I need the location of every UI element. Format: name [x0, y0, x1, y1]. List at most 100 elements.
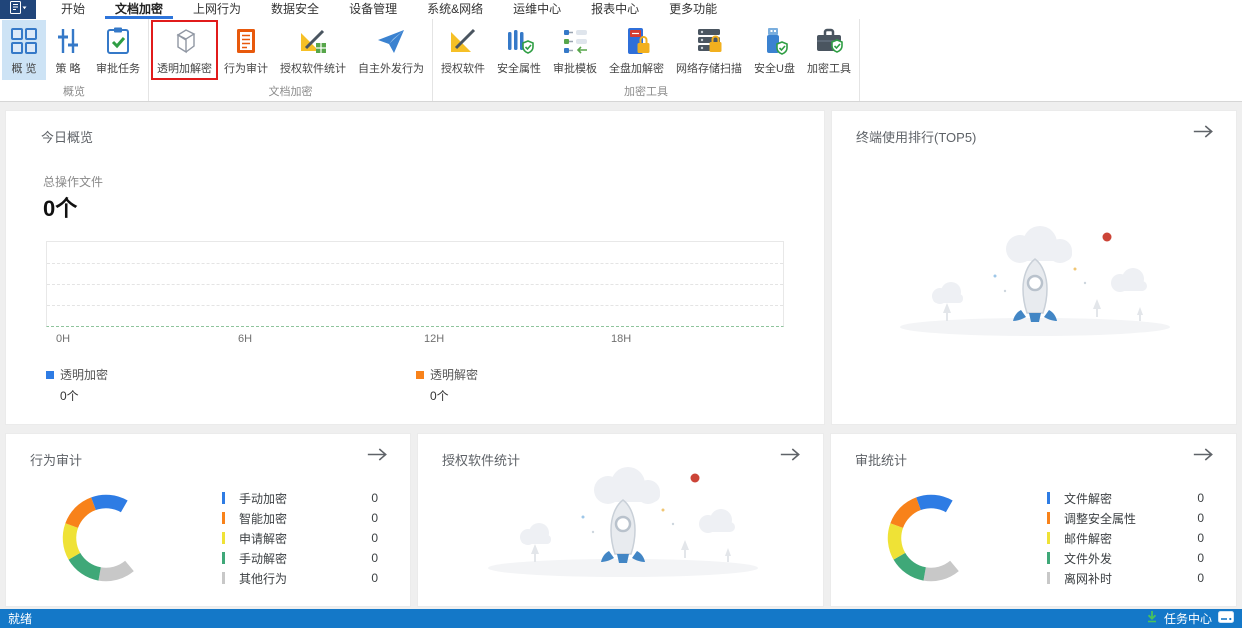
- card-title: 终端使用排行(TOP5): [856, 130, 977, 145]
- arrow-right-icon[interactable]: [779, 447, 801, 467]
- ribbon-group-概览: 概 览 策 略 审批任务 概览: [0, 19, 149, 101]
- legend-item-离网补时: 离网补时 0: [1047, 568, 1204, 588]
- ribbon-button-behavior-audit-document[interactable]: 行为审计: [218, 20, 274, 80]
- legend-item-透明解密: 透明解密 0个: [416, 366, 478, 404]
- approval-template-icon: [559, 25, 591, 57]
- legend-label: 文件解密: [1064, 491, 1113, 506]
- ribbon-button-secure-usb-drive[interactable]: 安全U盘: [748, 20, 801, 80]
- legend-item-文件外发: 文件外发 0: [1047, 548, 1204, 568]
- legend-item-邮件解密: 邮件解密 0: [1047, 528, 1204, 548]
- ribbon-button-policy-sliders[interactable]: 策 略: [46, 20, 90, 80]
- legend-color-swatch: [222, 492, 225, 504]
- legend-item-智能加密: 智能加密 0: [222, 508, 378, 528]
- ribbon-button-label: 审批任务: [96, 63, 140, 75]
- legend-label: 邮件解密: [1064, 531, 1113, 546]
- app-menu-button[interactable]: [0, 0, 36, 19]
- secure-usb-drive-icon: [758, 25, 790, 57]
- menu-tabs: 开始 文档加密 上网行为 数据安全 设备管理 系统&网络 运维中心 报表中心 更多功能: [46, 0, 732, 19]
- ribbon-button-label: 策 略: [55, 63, 81, 75]
- card-terminal-usage-rank: 终端使用排行(TOP5): [831, 110, 1237, 425]
- x-tick-label: 12H: [424, 333, 445, 345]
- metric-value: 0个: [43, 196, 78, 221]
- arrow-right-icon[interactable]: [1192, 124, 1214, 144]
- hourly-line-chart: [46, 241, 784, 327]
- ribbon-button-overview-grid[interactable]: 概 览: [2, 20, 46, 80]
- card-approval-stats: 审批统计 文件解密 0 调整安全属性 0 邮件解密 0 文件外发 0 离网补时 0: [830, 433, 1237, 607]
- legend-label: 文件外发: [1064, 551, 1113, 566]
- arrow-right-icon[interactable]: [1192, 447, 1214, 467]
- menu-tab-运维中心[interactable]: 运维中心: [498, 0, 576, 19]
- ribbon-button-security-attributes-fence[interactable]: 安全属性: [491, 20, 547, 80]
- ribbon-group-文档加密: 透明加解密 行为审计 授权软件统计 自主外发行为 文档加密: [149, 19, 433, 101]
- app-window-icon: [9, 0, 27, 19]
- donut-legend: 文件解密 0 调整安全属性 0 邮件解密 0 文件外发 0 离网补时 0: [1047, 488, 1204, 588]
- ribbon-button-approval-template[interactable]: 审批模板: [547, 20, 603, 80]
- donut-chart: [887, 494, 959, 582]
- behavior-audit-document-icon: [230, 25, 262, 57]
- full-disk-encryption-ssd-icon: [621, 25, 653, 57]
- ribbon-group-label: 概览: [63, 86, 85, 98]
- ribbon-button-label: 安全U盘: [754, 63, 795, 75]
- ribbon-button-authorized-software-stats[interactable]: 授权软件统计: [274, 20, 352, 80]
- legend-color-swatch: [416, 370, 424, 379]
- legend-label: 离网补时: [1064, 571, 1113, 586]
- legend-value: 0: [371, 531, 378, 545]
- authorized-software-stats-icon: [297, 25, 329, 57]
- arrow-right-icon[interactable]: [366, 447, 388, 467]
- ribbon-group-label: 加密工具: [623, 86, 668, 98]
- x-tick-label: 18H: [611, 333, 632, 345]
- ribbon-button-full-disk-encryption-ssd[interactable]: 全盘加解密: [603, 20, 670, 80]
- metric-label: 总操作文件: [43, 175, 104, 189]
- security-attributes-fence-icon: [503, 25, 535, 57]
- card-today-overview: 今日概览 总操作文件 0个 0H 6H 12H 18H 透明加密 0个 透明解密 0个: [5, 110, 825, 425]
- menu-bar: 开始 文档加密 上网行为 数据安全 设备管理 系统&网络 运维中心 报表中心 更多功能: [0, 0, 1242, 19]
- menu-tab-系统&网络[interactable]: 系统&网络: [412, 0, 498, 19]
- legend-item-手动加密: 手动加密 0: [222, 488, 378, 508]
- ribbon-group-加密工具: 授权软件 安全属性 审批模板 全盘加解密 网络存储扫描 安全U盘 加密工具 加密工具: [433, 19, 860, 101]
- ribbon-button-label: 全盘加解密: [609, 63, 664, 75]
- menu-tab-设备管理[interactable]: 设备管理: [334, 0, 412, 19]
- menu-tab-数据安全[interactable]: 数据安全: [256, 0, 334, 19]
- legend-value: 0个: [430, 389, 449, 403]
- task-center-button[interactable]: 任务中心: [1164, 610, 1212, 627]
- card-behavior-audit: 行为审计 手动加密 0 智能加密 0 申请解密 0 手动解密 0 其他行为 0: [5, 433, 411, 607]
- ribbon-button-label: 加密工具: [806, 63, 851, 75]
- ribbon-button-approval-tasks-clipboard[interactable]: 审批任务: [90, 20, 146, 80]
- ribbon-button-authorized-software[interactable]: 授权软件: [435, 20, 491, 80]
- ribbon-button-label: 自主外发行为: [358, 63, 424, 75]
- ribbon-button-self-outgoing-paper-plane[interactable]: 自主外发行为: [352, 20, 430, 80]
- chart-x-axis: 0H 6H 12H 18H: [46, 333, 784, 347]
- legend-value: 0: [1197, 551, 1204, 565]
- menu-tab-开始[interactable]: 开始: [46, 0, 100, 19]
- ribbon-button-label: 概 览: [11, 63, 37, 75]
- policy-sliders-icon: [52, 25, 84, 57]
- empty-state-rocket-illustration: [885, 221, 1185, 346]
- legend-label: 申请解密: [239, 531, 288, 546]
- legend-label: 调整安全属性: [1064, 511, 1137, 526]
- legend-label: 智能加密: [239, 511, 288, 526]
- ribbon-button-transparent-encryption-cube[interactable]: 透明加解密: [151, 20, 218, 80]
- legend-color-swatch: [1047, 572, 1050, 584]
- legend-value: 0: [1197, 511, 1204, 525]
- empty-state-rocket-illustration: [473, 462, 773, 587]
- tray-monitor-icon[interactable]: [1218, 610, 1234, 628]
- transparent-encryption-cube-icon: [169, 25, 201, 57]
- legend-label: 其他行为: [239, 571, 288, 586]
- ribbon-button-label: 审批模板: [553, 63, 597, 75]
- menu-tab-上网行为[interactable]: 上网行为: [178, 0, 256, 19]
- legend-color-swatch: [222, 572, 225, 584]
- legend-item-透明加密: 透明加密 0个: [46, 366, 108, 404]
- legend-value: 0: [371, 571, 378, 585]
- menu-tab-更多功能[interactable]: 更多功能: [654, 0, 732, 19]
- ribbon-button-network-storage-scan[interactable]: 网络存储扫描: [670, 20, 748, 80]
- card-title: 今日概览: [41, 130, 94, 145]
- legend-label: 透明加密: [60, 368, 109, 382]
- ribbon-button-encryption-toolbox[interactable]: 加密工具: [801, 20, 857, 80]
- legend-color-swatch: [222, 512, 225, 524]
- ribbon-button-label: 授权软件: [441, 63, 485, 75]
- legend-label: 手动加密: [239, 491, 288, 506]
- download-arrow-icon[interactable]: [1146, 610, 1158, 628]
- legend-color-swatch: [1047, 552, 1050, 564]
- menu-tab-报表中心[interactable]: 报表中心: [576, 0, 654, 19]
- menu-tab-文档加密[interactable]: 文档加密: [100, 0, 178, 19]
